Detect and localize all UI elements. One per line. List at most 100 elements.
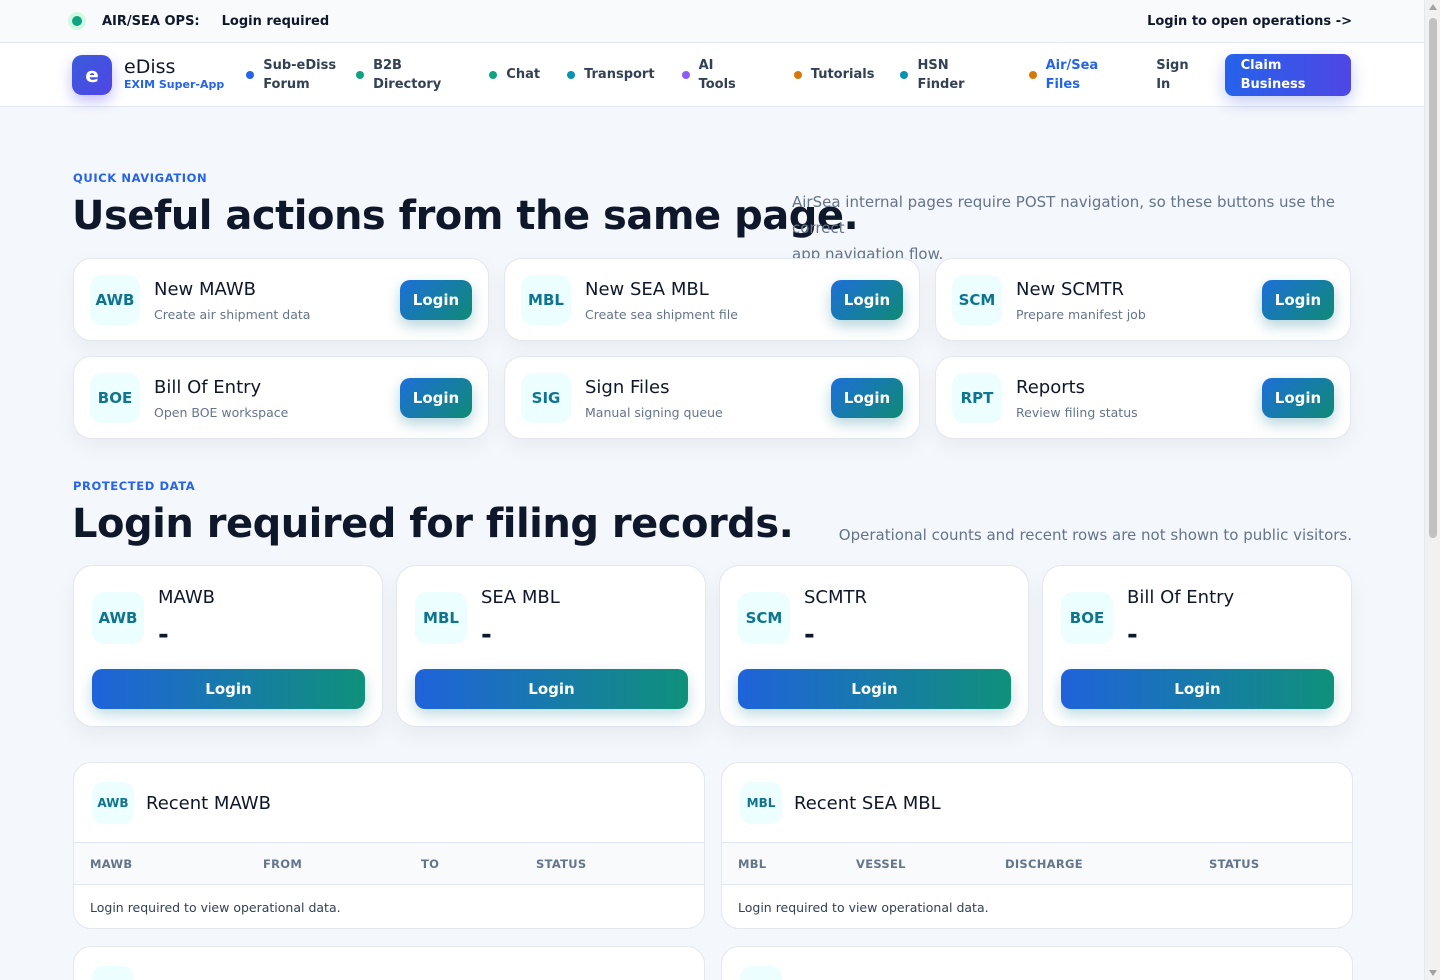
- ops-status-text: Login required: [221, 13, 330, 29]
- nav-item-tutorials[interactable]: Tutorials: [793, 65, 874, 84]
- bill-of-entry-login-button[interactable]: Login: [400, 378, 472, 418]
- scroll-up-icon[interactable]: [1429, 4, 1437, 10]
- sign-files-login-button[interactable]: Login: [831, 378, 903, 418]
- action-title: New SEA MBL: [585, 279, 709, 300]
- nav-dot-icon: [489, 70, 498, 79]
- stat-title: SEA MBL: [481, 587, 560, 608]
- table-title: Recent SEA MBL: [794, 793, 941, 814]
- brand[interactable]: eDiss EXIM Super-App: [124, 57, 224, 93]
- column-header: FROM: [263, 857, 303, 871]
- nav-label: Chat: [506, 67, 541, 82]
- nav-label: Air/Sea: [1045, 57, 1099, 73]
- column-header: DISCHARGE: [1005, 857, 1083, 871]
- mawb-stat-login-button[interactable]: Login: [92, 669, 365, 709]
- scroll-down-icon[interactable]: [1429, 970, 1437, 976]
- status-dot-icon: [72, 16, 82, 26]
- nav-label: Forum: [263, 76, 310, 92]
- protected-title: Login required for filing records.: [72, 501, 794, 547]
- awb-badge: AWB: [92, 782, 134, 824]
- empty-state-text: Login required to view operational data.: [90, 900, 341, 915]
- ops-label: AIR/SEA OPS:: [102, 13, 200, 29]
- claim-label: Business: [1240, 76, 1306, 92]
- sea-mbl-stat-login-button[interactable]: Login: [415, 669, 688, 709]
- next-card-right: [721, 946, 1353, 980]
- protected-note: Operational counts and recent rows are n…: [838, 526, 1352, 544]
- action-card-bill-of-entry: BOE Bill Of Entry Open BOE workspace Log…: [73, 356, 489, 439]
- sign-in-label: In: [1156, 76, 1171, 92]
- stat-title: SCMTR: [804, 587, 868, 608]
- badge-partial: [92, 966, 134, 980]
- table-header: MAWB FROM TO STATUS: [74, 842, 704, 885]
- nav-item-air-sea-files[interactable]: Air/Sea Files: [1028, 56, 1099, 94]
- action-card-reports: RPT Reports Review filing status Login: [935, 356, 1351, 439]
- claim-business-button[interactable]: Claim Business: [1224, 53, 1351, 96]
- nav-label: Sub-eDiss: [263, 57, 337, 73]
- nav-dot-icon: [793, 70, 802, 79]
- scmtr-stat-login-button[interactable]: Login: [738, 669, 1011, 709]
- sign-in-label: Sign: [1156, 57, 1189, 73]
- main-navbar: e eDiss EXIM Super-App Sub-eDiss Forum B2…: [0, 43, 1424, 107]
- nav-item-sub-ediss-forum[interactable]: Sub-eDiss Forum: [246, 56, 336, 94]
- action-desc: Create sea shipment file: [585, 307, 738, 322]
- stat-title: MAWB: [158, 587, 216, 608]
- ediss-logo[interactable]: e: [72, 54, 112, 95]
- mbl-badge: MBL: [740, 782, 782, 824]
- table-title: Recent MAWB: [146, 793, 271, 814]
- note-line: AirSea internal pages require POST navig…: [792, 193, 1335, 237]
- bill-of-entry-stat-login-button[interactable]: Login: [1061, 669, 1334, 709]
- nav-label: AI: [698, 57, 714, 73]
- nav-label: Files: [1045, 76, 1080, 92]
- mbl-badge: MBL: [521, 275, 571, 325]
- stat-card-scmtr: SCM SCMTR - Login: [719, 565, 1029, 727]
- action-desc: Prepare manifest job: [1016, 307, 1146, 322]
- action-card-sign-files: SIG Sign Files Manual signing queue Logi…: [504, 356, 920, 439]
- column-header: STATUS: [536, 857, 587, 871]
- action-desc: Review filing status: [1016, 405, 1138, 420]
- brand-tagline: EXIM Super-App: [124, 77, 225, 91]
- nav-item-ai-tools[interactable]: AI Tools: [681, 56, 736, 94]
- empty-state-text: Login required to view operational data.: [738, 900, 989, 915]
- column-header: VESSEL: [856, 857, 906, 871]
- nav-dot-icon: [681, 70, 690, 79]
- action-desc: Open BOE workspace: [154, 405, 289, 420]
- column-header: MBL: [738, 857, 767, 871]
- nav-item-transport[interactable]: Transport: [567, 65, 655, 84]
- nav-label: Directory: [373, 76, 442, 92]
- stat-value: -: [481, 620, 492, 650]
- rpt-badge: RPT: [952, 373, 1002, 423]
- quick-nav-eyebrow: QUICK NAVIGATION: [73, 171, 208, 185]
- stat-title: Bill Of Entry: [1127, 587, 1235, 608]
- new-sea-mbl-login-button[interactable]: Login: [831, 280, 903, 320]
- stat-card-bill-of-entry: BOE Bill Of Entry - Login: [1042, 565, 1352, 727]
- action-desc: Create air shipment data: [154, 307, 311, 322]
- nav-item-hsn-finder[interactable]: HSN Finder: [900, 56, 965, 94]
- scm-badge: SCM: [952, 275, 1002, 325]
- new-mawb-login-button[interactable]: Login: [400, 280, 472, 320]
- next-card-left: [73, 946, 705, 980]
- action-card-new-sea-mbl: MBL New SEA MBL Create sea shipment file…: [504, 258, 920, 341]
- login-to-open-operations-link[interactable]: Login to open operations ->: [1147, 14, 1352, 29]
- brand-name: eDiss: [124, 55, 176, 78]
- new-scmtr-login-button[interactable]: Login: [1262, 280, 1334, 320]
- protected-eyebrow: PROTECTED DATA: [73, 479, 196, 493]
- claim-label: Claim: [1240, 57, 1282, 73]
- reports-login-button[interactable]: Login: [1262, 378, 1334, 418]
- sign-in-link[interactable]: Sign In: [1156, 56, 1188, 94]
- nav-dot-icon: [567, 70, 576, 79]
- scrollbar-thumb[interactable]: [1429, 18, 1437, 538]
- action-card-new-mawb: AWB New MAWB Create air shipment data Lo…: [73, 258, 489, 341]
- nav-label: Tools: [698, 76, 736, 92]
- stat-value: -: [158, 620, 169, 650]
- nav-item-chat[interactable]: Chat: [489, 65, 540, 84]
- vertical-scrollbar[interactable]: [1424, 0, 1440, 980]
- nav-item-b2b-directory[interactable]: B2B Directory: [356, 56, 441, 94]
- column-header: MAWB: [90, 857, 133, 871]
- nav-label: B2B: [373, 57, 402, 73]
- page: AIR/SEA OPS: Login required Login to ope…: [0, 0, 1424, 980]
- awb-badge: AWB: [92, 592, 144, 644]
- ops-status-bar: AIR/SEA OPS: Login required Login to ope…: [0, 0, 1424, 43]
- scm-badge: SCM: [738, 592, 790, 644]
- recent-sea-mbl-table: MBL Recent SEA MBL MBL VESSEL DISCHARGE …: [721, 762, 1353, 929]
- action-desc: Manual signing queue: [585, 405, 723, 420]
- action-title: Sign Files: [585, 377, 670, 398]
